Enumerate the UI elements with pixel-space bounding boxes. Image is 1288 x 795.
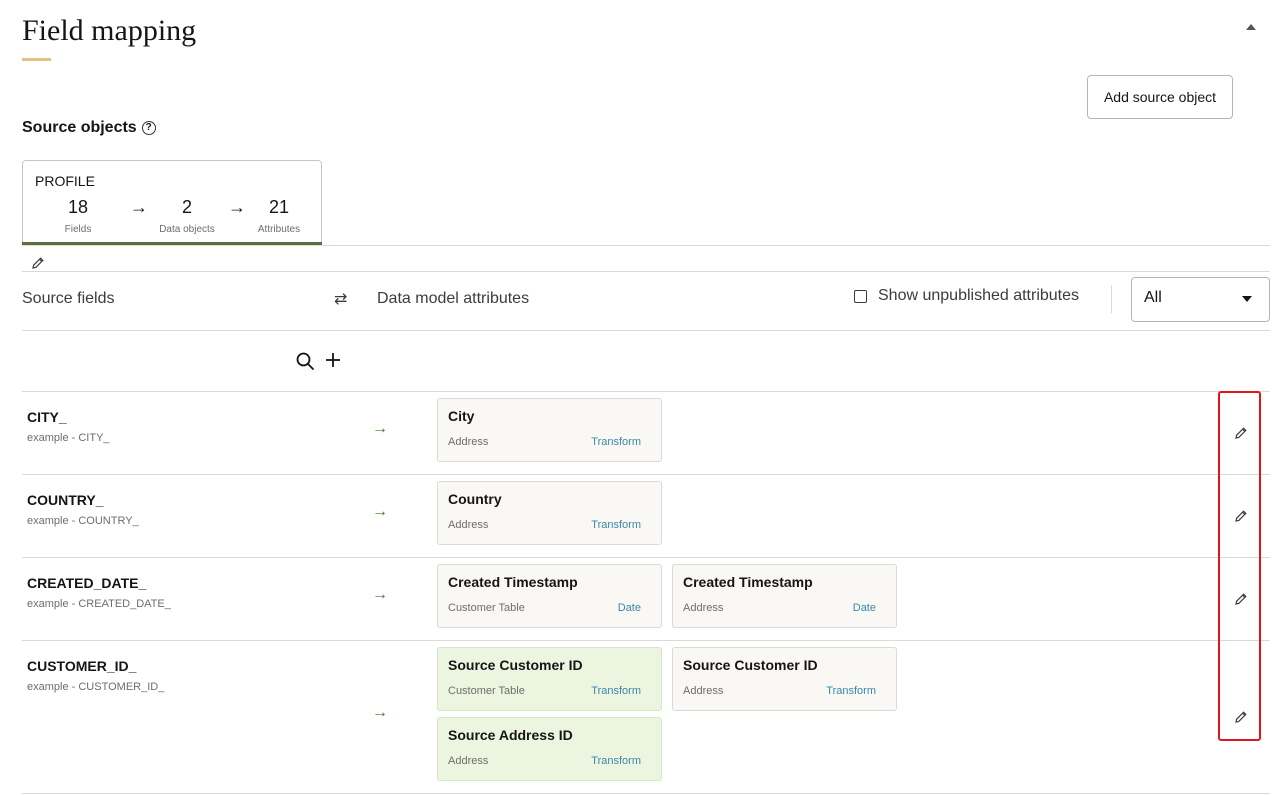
attribute-name: Source Address ID (448, 727, 573, 743)
toolbar-separator (1111, 285, 1112, 313)
fields-label: Fields (64, 224, 92, 235)
source-object-name: PROFILE (35, 173, 95, 189)
data-objects-label: Data objects (159, 224, 215, 235)
attribute-name: Country (448, 491, 502, 507)
attribute-object: Address (683, 685, 724, 697)
divider (22, 793, 1270, 794)
attribute-type-link[interactable]: Transform (591, 436, 641, 448)
attribute-object: Address (448, 436, 489, 448)
attribute-type-link[interactable]: Transform (591, 685, 641, 697)
source-field-name: CUSTOMER_ID_ (27, 658, 137, 674)
attribute-card[interactable]: Source Address ID Address Transform (437, 717, 662, 781)
attribute-object: Customer Table (448, 602, 525, 614)
help-icon[interactable]: ? (141, 121, 156, 135)
swap-icon[interactable]: ⇄ (334, 289, 347, 309)
data-model-attributes-header: Data model attributes (377, 290, 530, 307)
attribute-type-link[interactable]: Date (618, 602, 641, 614)
attribute-card[interactable]: Created Timestamp Address Date (672, 564, 897, 628)
chevron-up-icon[interactable] (1246, 24, 1256, 30)
source-field-name: CITY_ (27, 409, 67, 425)
source-fields-header: Source fields (22, 290, 115, 307)
divider (22, 474, 1270, 475)
attribute-filter-value: All (1144, 289, 1162, 306)
show-unpublished-label[interactable]: Show unpublished attributes (878, 287, 1079, 305)
attribute-name: Created Timestamp (448, 574, 578, 590)
title-accent-bar (22, 58, 51, 61)
divider (22, 557, 1270, 558)
attribute-type-link[interactable]: Transform (826, 685, 876, 697)
attribute-name: Source Customer ID (448, 657, 583, 673)
attribute-card[interactable]: Country Address Transform (437, 481, 662, 545)
arrow-right-icon: → (372, 503, 388, 520)
attributes-label: Attributes (257, 224, 301, 235)
attribute-object: Address (448, 519, 489, 531)
pencil-icon[interactable] (31, 256, 45, 270)
attribute-name: Source Customer ID (683, 657, 818, 673)
attribute-name: Created Timestamp (683, 574, 813, 590)
divider (22, 330, 1270, 331)
attributes-count: 21 (268, 197, 290, 217)
attribute-card[interactable]: City Address Transform (437, 398, 662, 462)
attribute-object: Address (683, 602, 724, 614)
add-source-object-button[interactable]: Add source object (1087, 75, 1233, 119)
show-unpublished-checkbox[interactable] (854, 290, 867, 303)
attribute-type-link[interactable]: Date (853, 602, 876, 614)
attribute-type-link[interactable]: Transform (591, 519, 641, 531)
attribute-object: Address (448, 755, 489, 767)
arrow-right-icon: → (372, 586, 388, 603)
source-objects-heading: Source objects ? (22, 119, 156, 137)
divider (22, 271, 1270, 272)
search-icon[interactable] (296, 352, 315, 371)
page-title: Field mapping (22, 14, 197, 47)
attribute-name: City (448, 408, 475, 424)
source-objects-label: Source objects (22, 119, 137, 136)
plus-icon[interactable] (324, 351, 342, 369)
attribute-card[interactable]: Source Customer ID Address Transform (672, 647, 897, 711)
chevron-down-icon (1242, 296, 1252, 302)
attribute-type-link[interactable]: Transform (591, 755, 641, 767)
attribute-card[interactable]: Created Timestamp Customer Table Date (437, 564, 662, 628)
fields-count: 18 (67, 197, 89, 217)
source-field-name: CREATED_DATE_ (27, 575, 147, 591)
annotation-highlight-box (1218, 391, 1261, 741)
arrow-right-icon: → (130, 197, 148, 217)
source-field-example: example - CREATED_DATE_ (27, 598, 171, 610)
source-field-example: example - CITY_ (27, 432, 110, 444)
source-field-example: example - COUNTRY_ (27, 515, 139, 527)
divider (22, 391, 1270, 392)
attribute-card[interactable]: Source Customer ID Customer Table Transf… (437, 647, 662, 711)
source-field-example: example - CUSTOMER_ID_ (27, 681, 165, 693)
arrow-right-icon: → (372, 420, 388, 437)
attribute-object: Customer Table (448, 685, 525, 697)
source-field-name: COUNTRY_ (27, 492, 104, 508)
data-objects-count: 2 (181, 197, 192, 217)
divider (22, 640, 1270, 641)
arrow-right-icon: → (372, 704, 388, 721)
divider (22, 245, 1270, 246)
